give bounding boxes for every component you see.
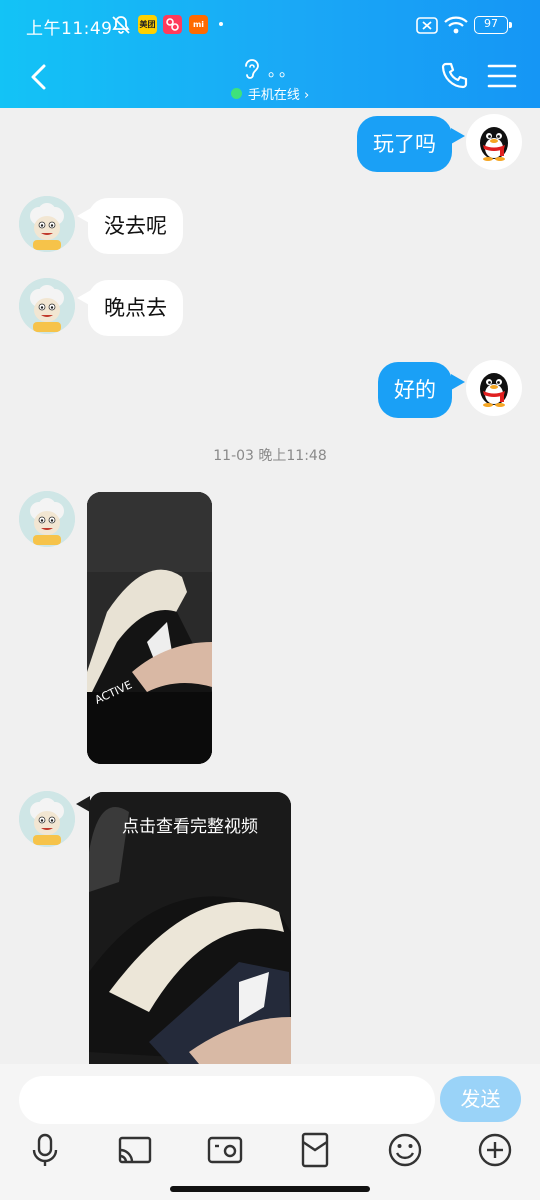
battery-indicator: 97 — [474, 16, 512, 34]
meituan-app-icon: 美团 — [138, 15, 157, 34]
photo-icon[interactable] — [205, 1130, 245, 1170]
back-arrow-icon[interactable] — [22, 60, 56, 94]
status-dot — [219, 22, 223, 26]
wifi-icon — [444, 16, 468, 34]
image-message-shoe-photo[interactable]: ACTIVE — [87, 492, 212, 764]
cartoon-sheep-icon — [19, 196, 75, 252]
top-bar: 上午11:49 美团 mi 97 。。 手机在线 › — [0, 0, 540, 108]
phone-call-icon[interactable] — [438, 60, 470, 92]
mi-app-icon: mi — [189, 15, 208, 34]
penguin-icon — [480, 373, 508, 407]
chat-title-area[interactable]: 。。 手机在线 › — [150, 56, 390, 104]
red-packet-icon[interactable] — [295, 1130, 335, 1170]
home-indicator[interactable] — [170, 1186, 370, 1192]
message-bubble-outgoing[interactable]: 好的 — [378, 362, 452, 418]
friend-avatar[interactable] — [19, 491, 75, 547]
cast-icon[interactable] — [115, 1130, 155, 1170]
sim-off-icon — [416, 17, 438, 34]
friend-avatar[interactable] — [19, 278, 75, 334]
my-avatar-penguin[interactable] — [466, 360, 522, 416]
chat-title: 。。 — [267, 61, 298, 80]
bubble-tail — [76, 796, 90, 812]
mute-bell-icon — [112, 16, 130, 34]
video-caption: 点击查看完整视频 — [122, 817, 258, 837]
video-message[interactable]: 点击查看完整视频 — [89, 792, 291, 1064]
status-time: 上午11:49 — [26, 19, 113, 39]
emoji-icon[interactable] — [385, 1130, 425, 1170]
penguin-icon — [480, 127, 508, 161]
chat-message-list[interactable]: 玩了吗 没去呢 晚点去 好的 11-03 晚上11:48 ACTIVE 点击查看… — [0, 108, 540, 1064]
online-status-dot — [230, 87, 242, 99]
chat-nav-bar: 。。 手机在线 › — [0, 52, 540, 108]
message-bubble-outgoing[interactable]: 玩了吗 — [357, 116, 452, 172]
friend-avatar[interactable] — [19, 791, 75, 847]
bubble-tail — [451, 374, 465, 390]
cartoon-sheep-icon — [19, 491, 75, 547]
message-bubble-incoming[interactable]: 晚点去 — [88, 280, 183, 336]
status-bar: 上午11:49 美团 mi 97 — [0, 0, 540, 52]
message-timestamp: 11-03 晚上11:48 — [213, 448, 327, 464]
cartoon-sheep-icon — [19, 278, 75, 334]
online-status-text: 手机在线 › — [247, 87, 310, 103]
mic-icon[interactable] — [25, 1130, 65, 1170]
friend-avatar[interactable] — [19, 196, 75, 252]
message-input[interactable] — [19, 1076, 435, 1124]
ear-icon — [245, 59, 259, 79]
message-bubble-incoming[interactable]: 没去呢 — [88, 198, 183, 254]
cartoon-sheep-icon — [19, 791, 75, 847]
bubble-tail — [451, 128, 465, 144]
xiaohongshu-app-icon — [163, 15, 182, 34]
my-avatar-penguin[interactable] — [466, 114, 522, 170]
plus-icon[interactable] — [475, 1130, 515, 1170]
input-bar: 发送 — [0, 1064, 540, 1200]
send-button[interactable]: 发送 — [440, 1076, 521, 1122]
menu-icon[interactable] — [486, 60, 518, 92]
